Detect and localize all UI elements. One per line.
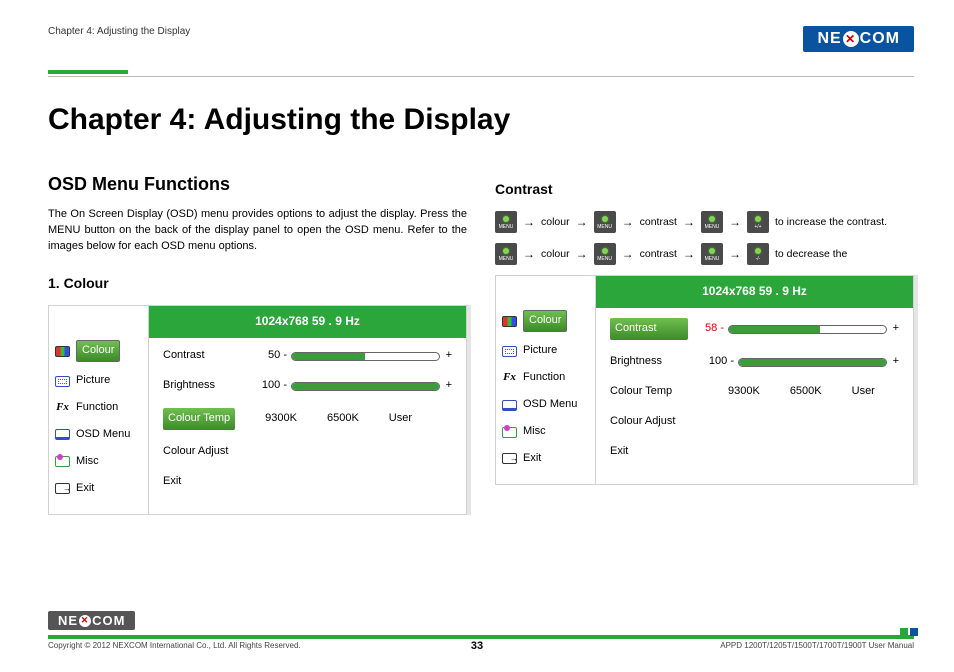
osd-side-item: Function [523,370,565,386]
minus-button-icon: -/- [747,243,769,265]
plus-label: + [893,354,899,370]
osd-row-label: Contrast [163,348,251,364]
footer-accent [48,635,914,639]
osd-header: 1024x768 59 . 9 Hz [149,306,466,337]
nav-text: contrast [640,247,677,262]
menu-button-icon: MENU [594,243,616,265]
nav-text: colour [541,215,570,230]
brand-logo: NE✕COM [803,26,914,52]
subsection-heading: Contrast [495,179,914,199]
nav-text: contrast [640,215,677,230]
temp-option: 6500K [327,411,359,427]
exit-icon [55,483,70,494]
osd-row-value: 100 - [698,354,738,370]
contrast-slider [728,325,887,334]
menu-button-icon: MENU [495,211,517,233]
osd-row-label: Brightness [610,354,698,370]
osd-icon [55,429,70,440]
accent-bar [48,70,128,74]
plus-label: + [446,378,452,394]
misc-icon [55,456,70,467]
temp-option: 9300K [728,384,760,400]
section-heading: OSD Menu Functions [48,171,467,197]
manual-ref: APPD 1200T/1205T/1500T/1700T/1900T User … [720,641,914,650]
osd-row-label: Colour Adjust [163,444,251,460]
copyright: Copyright © 2012 NEXCOM International Co… [48,641,301,650]
osd-side-item: Misc [76,454,99,470]
picture-icon [502,346,517,357]
plus-button-icon: +/+ [747,211,769,233]
plus-label: + [446,348,452,364]
temp-option: 9300K [265,411,297,427]
osd-row-label: Colour Temp [610,384,698,400]
osd-side-item: Colour [76,340,120,362]
osd-side-item: Exit [523,451,541,467]
menu-button-icon: MENU [495,243,517,265]
osd-side-item: Function [76,400,118,416]
osd-row-value: 100 - [251,378,291,394]
temp-option: 6500K [790,384,822,400]
plus-label: + [893,321,899,337]
osd-icon [502,400,517,411]
osd-row-value: 50 - [251,348,291,364]
osd-row-label: Colour Temp [163,408,235,430]
osd-side-item: OSD Menu [523,397,577,413]
temp-option: User [852,384,875,400]
osd-header: 1024x768 59 . 9 Hz [596,276,913,307]
function-icon: Fx [55,400,70,416]
osd-side-item: Picture [523,343,557,359]
osd-side-item: Picture [76,373,110,389]
osd-side-item: Misc [523,424,546,440]
osd-row-label: Colour Adjust [610,414,698,430]
brightness-slider [738,358,887,367]
page-number: 33 [471,640,483,652]
osd-side-item: Exit [76,481,94,497]
menu-button-icon: MENU [701,243,723,265]
osd-side-item: Colour [523,310,567,332]
osd-row-label: Contrast [610,318,688,340]
nav-text: to decrease the [775,247,847,262]
nav-sequence-increase: MENU→ colour→ MENU→ contrast→ MENU→ +/+ … [495,211,914,233]
nav-sequence-decrease: MENU→ colour→ MENU→ contrast→ MENU→ -/- … [495,243,914,265]
osd-row-label: Brightness [163,378,251,394]
nav-text: to increase the contrast. [775,215,887,230]
page-title: Chapter 4: Adjusting the Display [48,103,914,137]
osd-row-label: Exit [610,444,698,460]
nav-text: colour [541,247,570,262]
osd-screenshot-contrast: Colour Picture FxFunction OSD Menu Misc … [495,275,914,485]
brightness-slider [291,382,440,391]
colour-icon [55,346,70,357]
menu-button-icon: MENU [594,211,616,233]
function-icon: Fx [502,370,517,386]
contrast-slider [291,352,440,361]
exit-icon [502,453,517,464]
colour-icon [502,316,517,327]
picture-icon [55,376,70,387]
subsection-heading: 1. Colour [48,273,467,293]
osd-screenshot-colour: Colour Picture FxFunction OSD Menu Misc … [48,305,467,515]
divider [48,76,914,77]
osd-side-item: OSD Menu [76,427,130,443]
section-paragraph: The On Screen Display (OSD) menu provide… [48,207,467,255]
footer-logo: NE✕COM [48,611,135,630]
osd-row-label: Exit [163,474,251,490]
menu-button-icon: MENU [701,211,723,233]
breadcrumb: Chapter 4: Adjusting the Display [48,26,190,37]
osd-row-value: 58 - [688,321,728,337]
temp-option: User [389,411,412,427]
corner-decor [900,628,918,636]
misc-icon [502,427,517,438]
